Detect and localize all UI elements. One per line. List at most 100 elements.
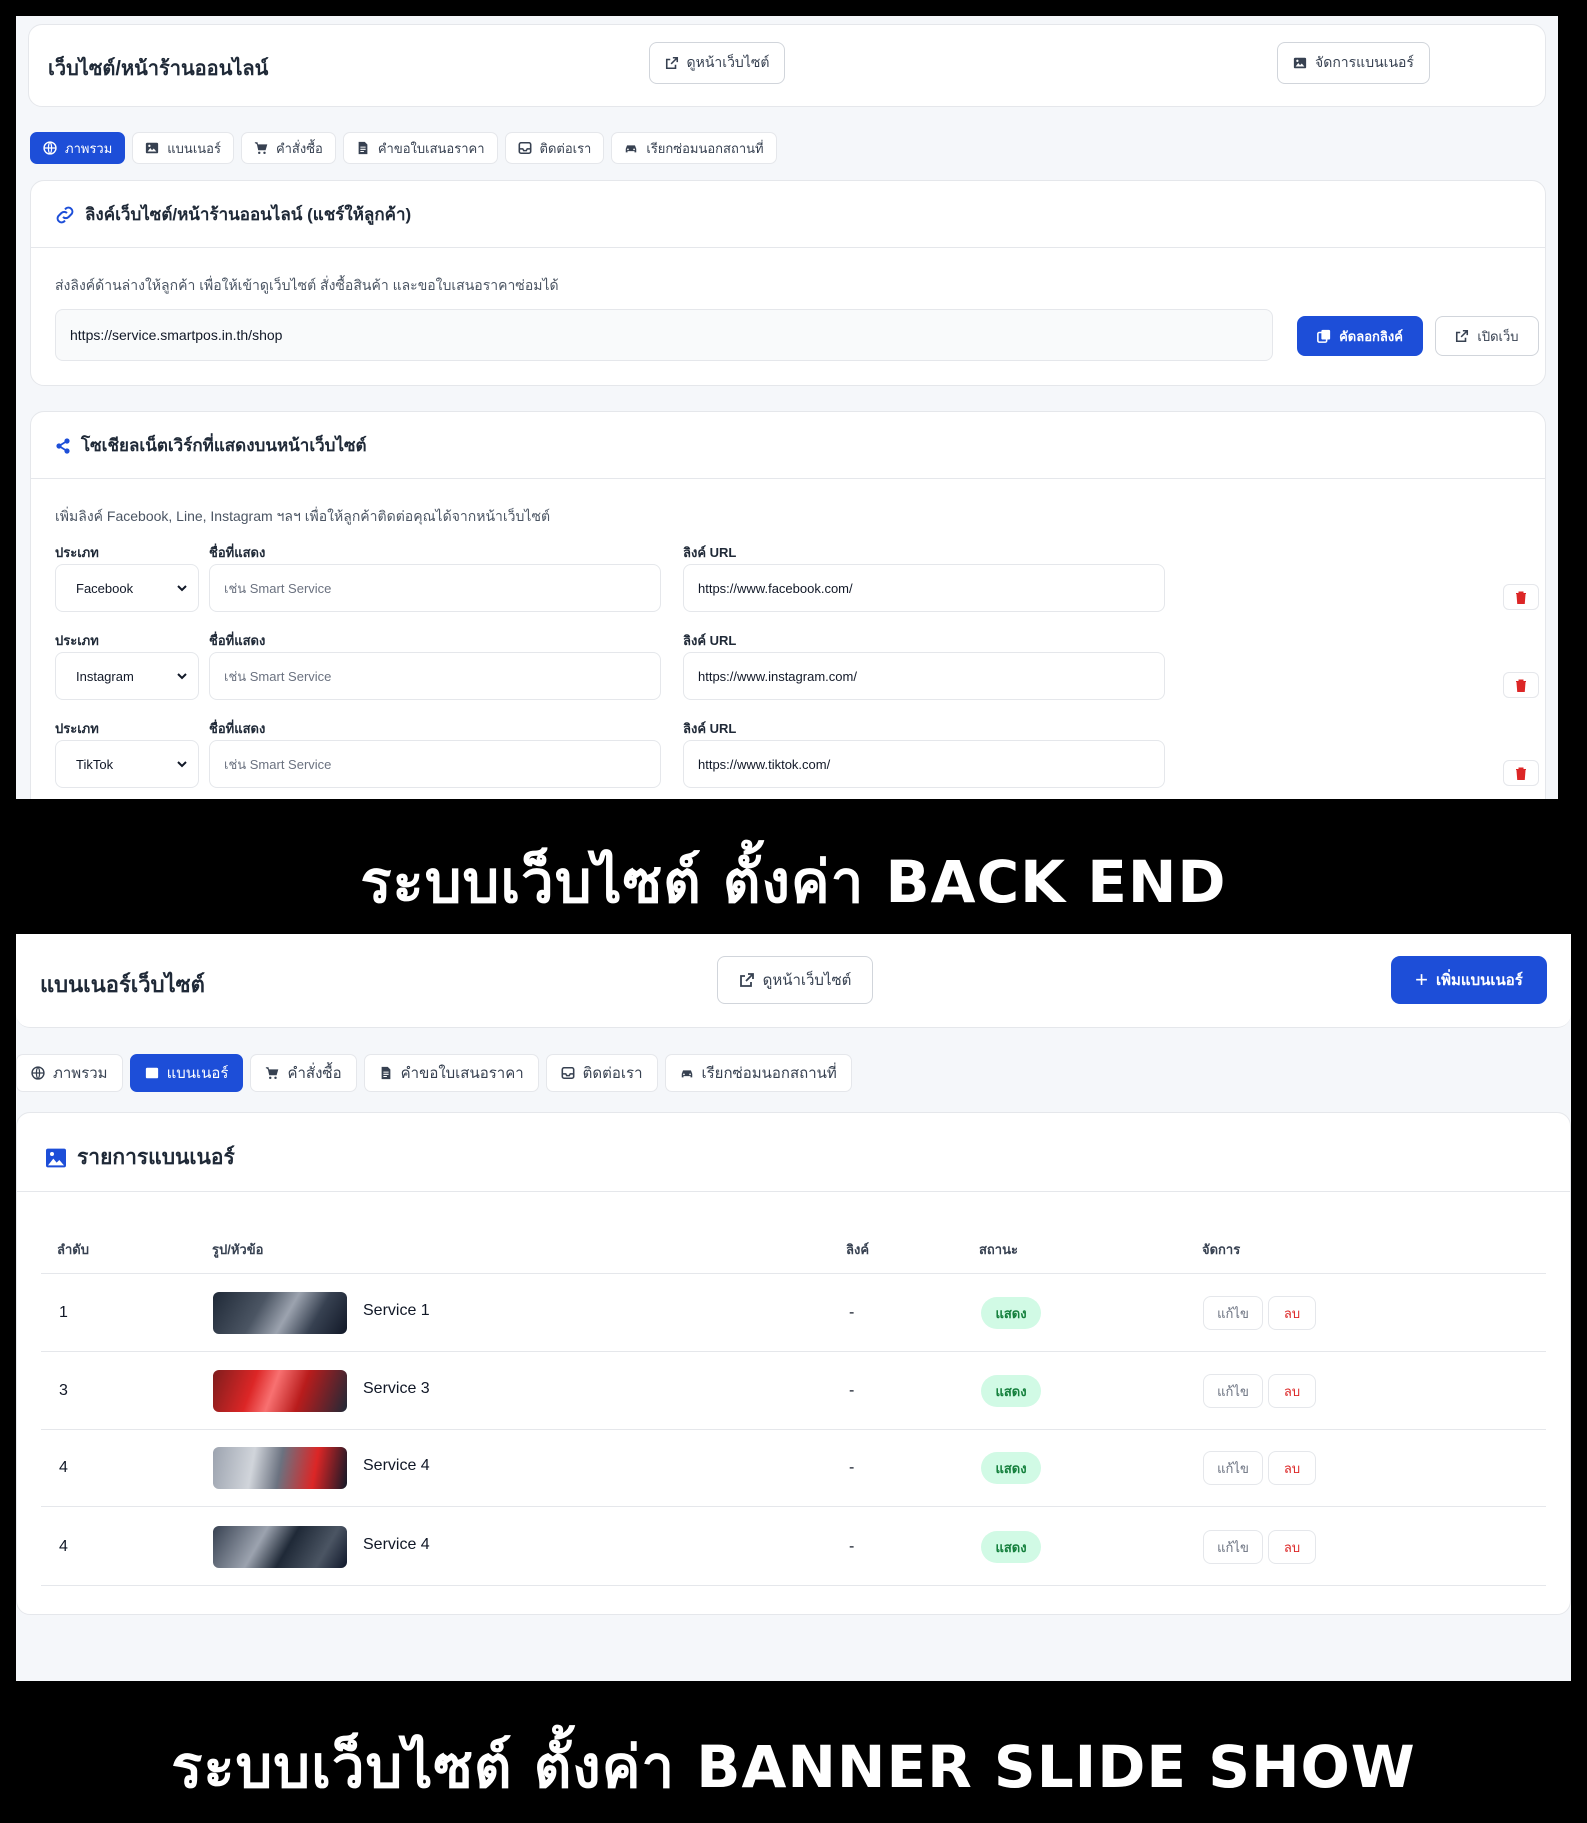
link-cell: - [849, 1382, 855, 1399]
tab-cart[interactable]: คำสั่งซื้อ [250, 1054, 357, 1092]
trash-icon [1516, 679, 1526, 692]
social-url-input[interactable]: https://www.facebook.com/ [683, 564, 1165, 612]
trash-icon [1516, 591, 1526, 604]
banner-list-heading-text: รายการแบนเนอร์ [77, 1146, 235, 1169]
view-site-button[interactable]: ดูหน้าเว็บไซต์ [649, 42, 785, 84]
tab-document[interactable]: คำขอใบเสนอราคา [363, 1054, 539, 1092]
tab-image[interactable]: แบนเนอร์ [132, 132, 234, 164]
delete-button[interactable]: ลบ [1268, 1296, 1316, 1330]
tab-document[interactable]: คำขอใบเสนอราคา [342, 132, 498, 164]
trash-icon [1516, 767, 1526, 780]
status-badge: แสดง [981, 1375, 1041, 1407]
edit-button[interactable]: แก้ไข [1203, 1530, 1263, 1564]
tab-label: คำสั่งซื้อ [287, 1065, 342, 1082]
social-type-select[interactable]: Facebook [55, 564, 199, 612]
social-type-value: Facebook [76, 580, 134, 596]
column-header: ลำดับ [57, 1242, 89, 1257]
open-site-button[interactable]: เปิดเว็บ [1435, 316, 1539, 356]
social-heading: โซเชียลเน็ตเวิร์กที่แสดงบนหน้าเว็บไซต์ [55, 432, 367, 459]
share-link-heading-text: ลิงค์เว็บไซต์/หน้าร้านออนไลน์ (แชร์ให้ลู… [85, 205, 412, 224]
external-link-icon [1456, 329, 1469, 343]
display-name-placeholder: เช่น Smart Service [224, 580, 332, 596]
shop-url-field[interactable]: https://service.smartpos.in.th/shop [55, 309, 1273, 361]
tab-label: เรียกซ่อมนอกสถานที่ [701, 1065, 837, 1082]
tab-image[interactable]: แบนเนอร์ [129, 1054, 244, 1092]
globe-icon [43, 141, 57, 155]
type-label: ประเภท [55, 633, 99, 648]
divider [31, 247, 1545, 248]
tab-car[interactable]: เรียกซ่อมนอกสถานที่ [664, 1054, 852, 1092]
document-icon [356, 141, 370, 155]
manage-banner-label: จัดการแบนเนอร์ [1315, 54, 1414, 70]
add-banner-label: เพิ่มแบนเนอร์ [1436, 972, 1523, 989]
tab-label: คำขอใบเสนอราคา [400, 1065, 524, 1082]
edit-button[interactable]: แก้ไข [1203, 1374, 1263, 1408]
delete-social-button[interactable] [1503, 760, 1539, 786]
banner-thumbnail [213, 1526, 347, 1568]
column-header: จัดการ [1202, 1242, 1241, 1257]
social-type-value: TikTok [76, 756, 114, 772]
cart-icon [265, 1066, 279, 1080]
social-type-select[interactable]: TikTok [55, 740, 199, 788]
social-network-card: โซเชียลเน็ตเวิร์กที่แสดงบนหน้าเว็บไซต์ เ… [30, 411, 1546, 799]
page-title: เว็บไซต์/หน้าร้านออนไลน์ [48, 58, 269, 80]
social-heading-text: โซเชียลเน็ตเวิร์กที่แสดงบนหน้าเว็บไซต์ [81, 436, 367, 455]
order-cell: 3 [59, 1382, 68, 1399]
tab-label: คำสั่งซื้อ [275, 140, 323, 156]
manage-banner-button[interactable]: จัดการแบนเนอร์ [1277, 42, 1430, 84]
banner-title: Service 4 [363, 1536, 430, 1553]
display-name-label: ชื่อที่แสดง [209, 545, 266, 560]
view-site-label: ดูหน้าเว็บไซต์ [686, 54, 770, 70]
social-url-input[interactable]: https://www.tiktok.com/ [683, 740, 1165, 788]
display-name-input[interactable]: เช่น Smart Service [209, 564, 661, 612]
tab-inbox[interactable]: ติดต่อเรา [545, 1054, 658, 1092]
order-cell: 1 [59, 1304, 68, 1321]
column-header: รูป/หัวข้อ [212, 1242, 264, 1257]
divider [31, 478, 1545, 479]
add-banner-button[interactable]: + เพิ่มแบนเนอร์ [1391, 956, 1547, 1004]
banner-thumbnail [213, 1292, 347, 1334]
image-icon [1293, 57, 1307, 69]
copy-link-button[interactable]: คัดลอกลิงค์ [1297, 316, 1423, 356]
share-link-card: ลิงค์เว็บไซต์/หน้าร้านออนไลน์ (แชร์ให้ลู… [30, 180, 1546, 386]
caption-backend: ระบบเว็บไซต์ ตั้งค่า BACK END [360, 848, 1227, 916]
tab-globe[interactable]: ภาพรวม [30, 132, 126, 164]
order-cell: 4 [59, 1538, 68, 1555]
external-link-icon [665, 56, 678, 70]
url-label: ลิงค์ URL [683, 545, 737, 560]
tab-inbox[interactable]: ติดต่อเรา [504, 132, 605, 164]
image-icon [145, 141, 159, 155]
external-link-icon [739, 973, 754, 987]
caption-banner: ระบบเว็บไซต์ ตั้งค่า BANNER SLIDE SHOW [171, 1733, 1416, 1801]
display-name-label: ชื่อที่แสดง [209, 633, 266, 648]
plus-icon: + [1415, 967, 1429, 992]
edit-button[interactable]: แก้ไข [1203, 1296, 1263, 1330]
delete-social-button[interactable] [1503, 672, 1539, 698]
social-url-input[interactable]: https://www.instagram.com/ [683, 652, 1165, 700]
display-name-input[interactable]: เช่น Smart Service [209, 652, 661, 700]
row-divider [41, 1585, 1546, 1586]
share-icon [56, 437, 70, 454]
type-label: ประเภท [55, 545, 99, 560]
delete-button[interactable]: ลบ [1268, 1530, 1316, 1564]
tab-label: แบนเนอร์ [166, 1065, 229, 1082]
view-site-label: ดูหน้าเว็บไซต์ [762, 972, 852, 989]
delete-social-button[interactable] [1503, 584, 1539, 610]
display-name-placeholder: เช่น Smart Service [224, 756, 332, 772]
delete-button[interactable]: ลบ [1268, 1451, 1316, 1485]
social-type-select[interactable]: Instagram [55, 652, 199, 700]
banner-title: Service 4 [363, 1457, 430, 1474]
edit-button[interactable]: แก้ไข [1203, 1451, 1263, 1485]
car-icon [680, 1066, 694, 1080]
image-icon [46, 1148, 66, 1167]
banner-list-heading: รายการแบนเนอร์ [45, 1141, 235, 1174]
page-title: แบนเนอร์เว็บไซต์ [40, 972, 205, 997]
delete-button[interactable]: ลบ [1268, 1374, 1316, 1408]
display-name-input[interactable]: เช่น Smart Service [209, 740, 661, 788]
chevron-down-icon [177, 761, 187, 768]
tab-globe[interactable]: ภาพรวม [16, 1054, 123, 1092]
tab-car[interactable]: เรียกซ่อมนอกสถานที่ [611, 132, 777, 164]
tab-cart[interactable]: คำสั่งซื้อ [240, 132, 336, 164]
chevron-down-icon [177, 673, 187, 680]
view-site-button[interactable]: ดูหน้าเว็บไซต์ [717, 956, 873, 1004]
